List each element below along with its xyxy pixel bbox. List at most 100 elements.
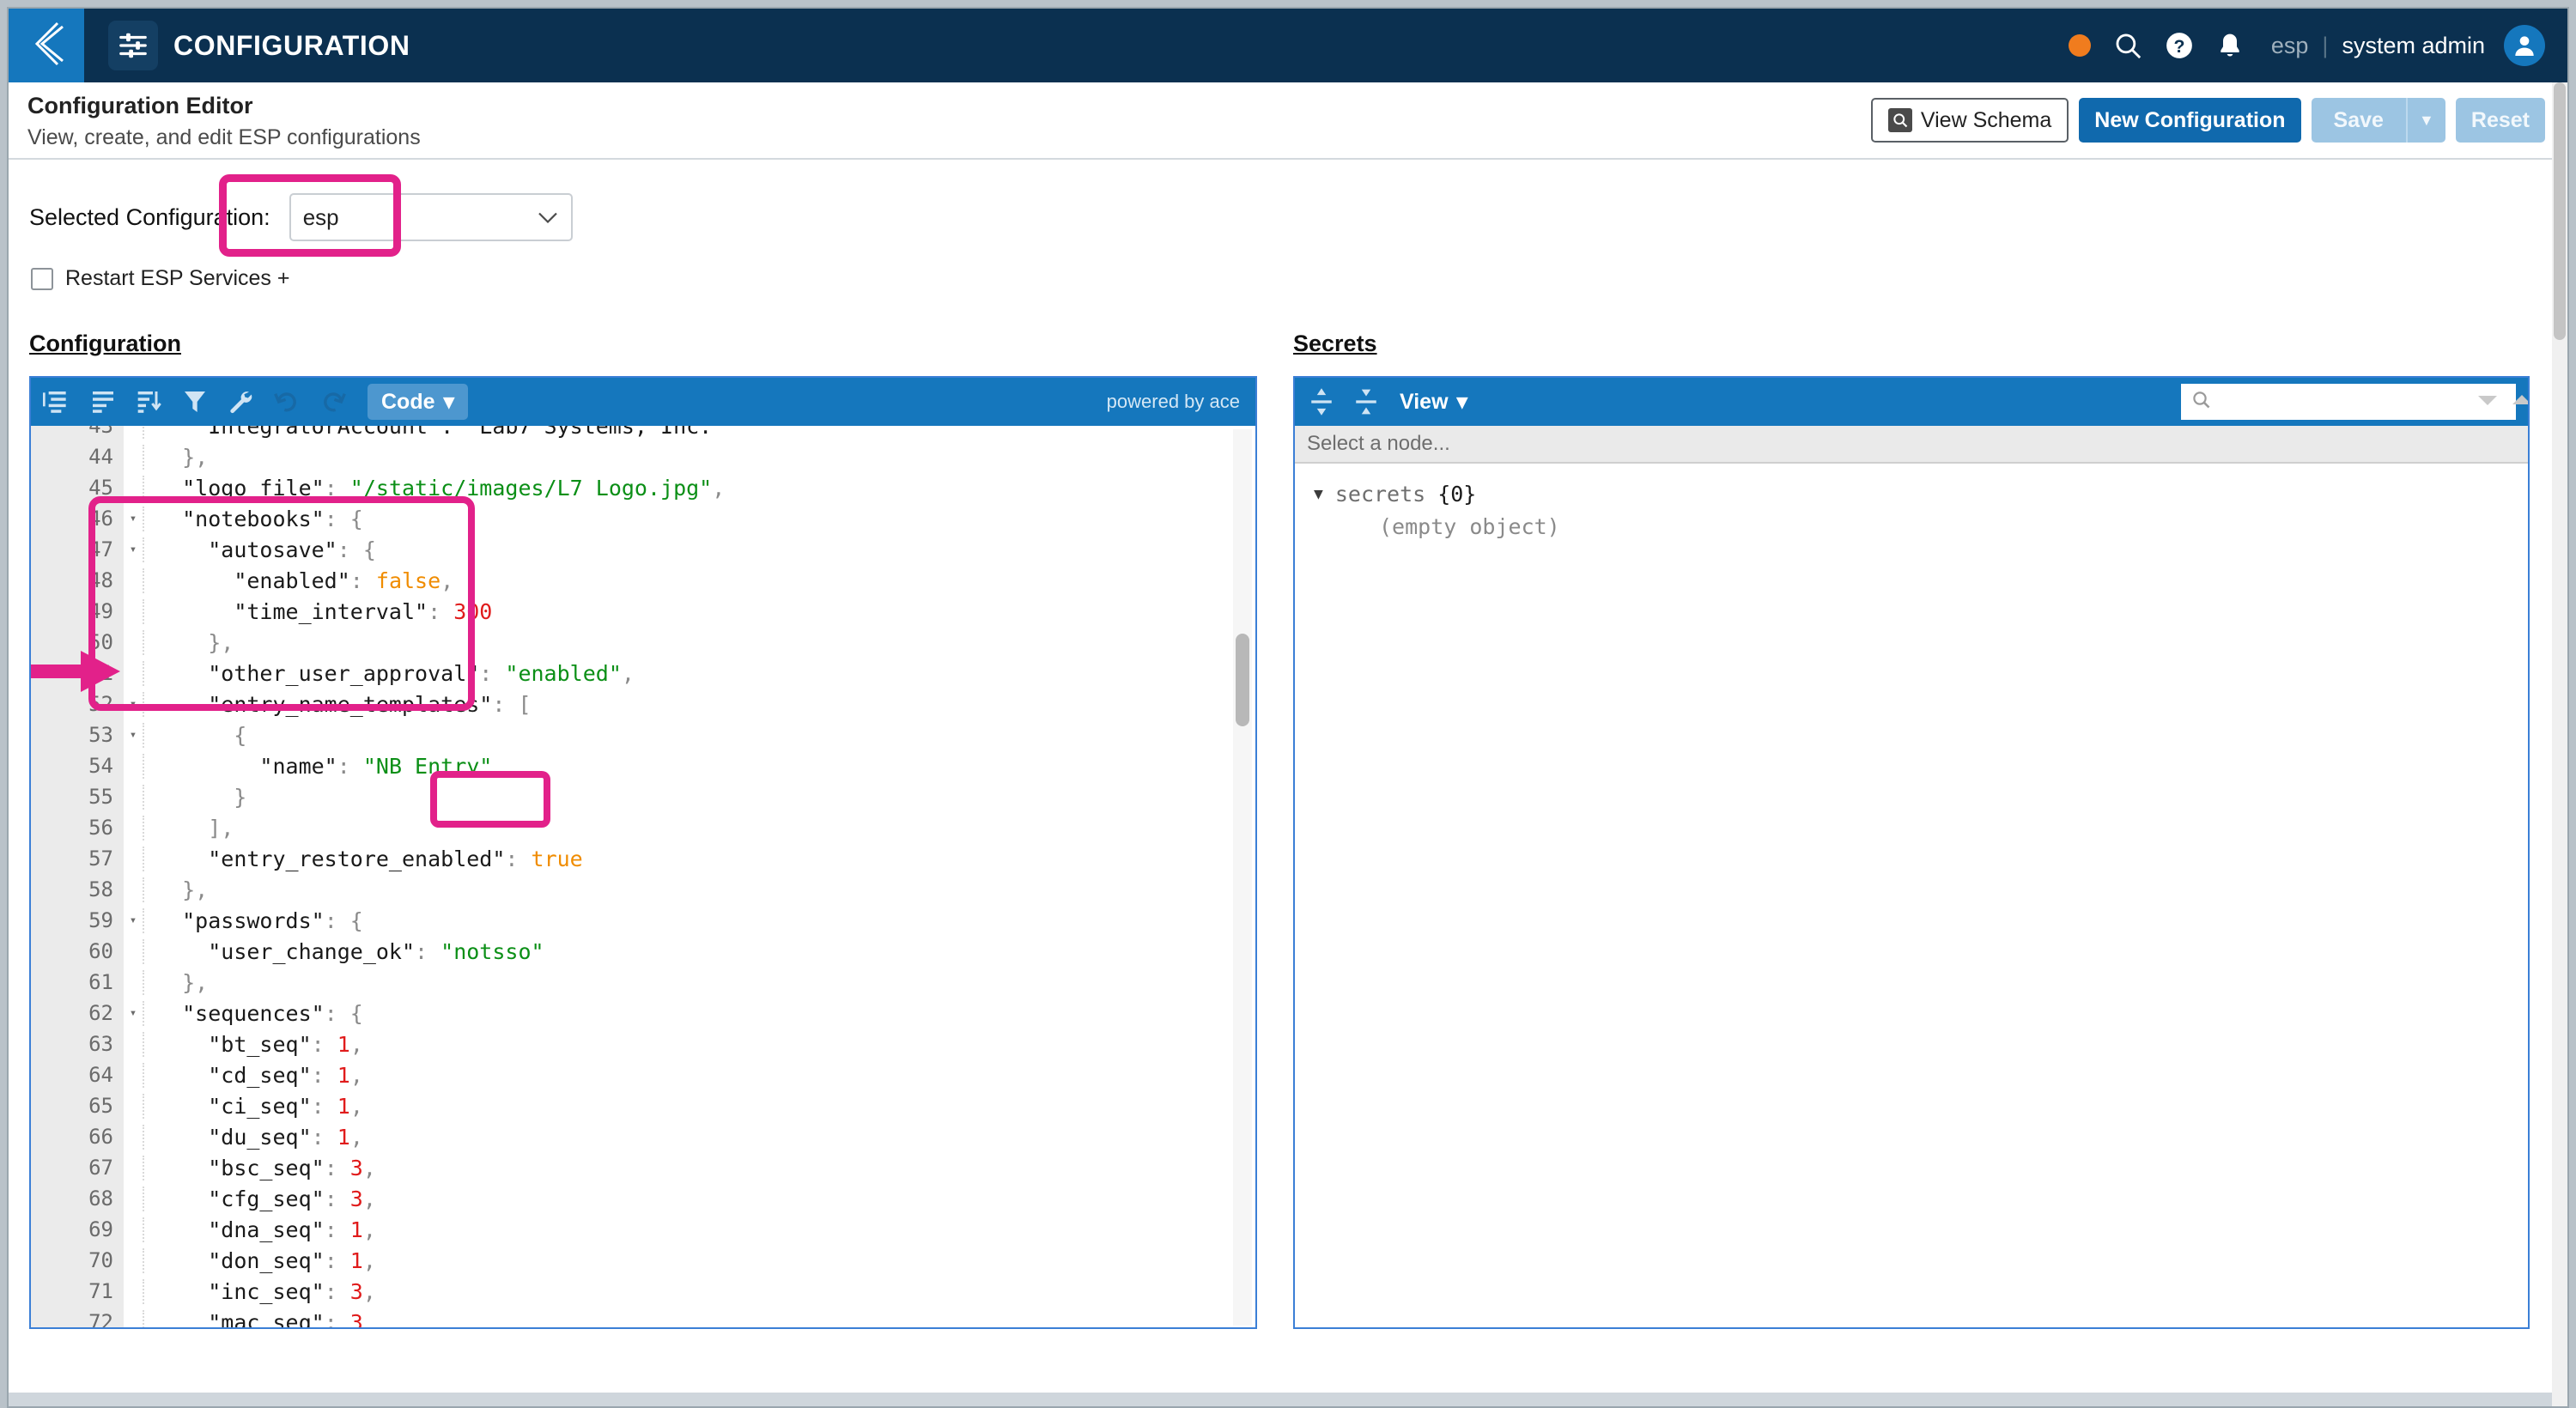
- code-line-text: "mac_seq": 3: [143, 1309, 363, 1327]
- top-navbar: CONFIGURATION ? esp | system admin: [9, 9, 2567, 82]
- code-line[interactable]: 51 "other_user_approval": "enabled",: [31, 658, 1255, 689]
- fold-toggle-icon[interactable]: ▾: [124, 728, 143, 742]
- code-line[interactable]: 67 "bsc_seq": 3,: [31, 1152, 1255, 1183]
- code-line[interactable]: 55 }: [31, 781, 1255, 812]
- caret-down-icon: ▾: [1456, 390, 1468, 414]
- secrets-search-box[interactable]: [2181, 384, 2528, 420]
- reset-button[interactable]: Reset: [2455, 98, 2545, 143]
- editor-toolbar: Code ▾ powered by ace: [31, 378, 1255, 426]
- sort-descending-icon[interactable]: [136, 389, 163, 415]
- code-line[interactable]: 49 "time_interval": 300: [31, 596, 1255, 627]
- editor-code-area[interactable]: 43 IntegratorAccount": "Lab7 Systems, In…: [31, 426, 1255, 1327]
- back-button[interactable]: [9, 9, 84, 82]
- fold-toggle-icon[interactable]: ▾: [124, 512, 143, 525]
- code-line[interactable]: 69 "dna_seq": 1,: [31, 1214, 1255, 1245]
- code-line[interactable]: 45 "logo_file": "/static/images/L7 Logo.…: [31, 472, 1255, 503]
- code-line[interactable]: 57 "entry_restore_enabled": true: [31, 843, 1255, 874]
- line-number: 70: [88, 1248, 113, 1272]
- fold-toggle-icon[interactable]: ▾: [124, 1006, 143, 1020]
- editor-scrollbar[interactable]: [1233, 429, 1252, 1326]
- code-line[interactable]: 63 "bt_seq": 1,: [31, 1029, 1255, 1059]
- undo-icon[interactable]: [273, 389, 301, 415]
- code-line[interactable]: 53 ▾ {: [31, 719, 1255, 750]
- code-line-text: }: [143, 784, 246, 810]
- line-number: 57: [88, 847, 113, 871]
- secrets-panel-body: View ▾ Select a node... ▼ secrets {0} (e…: [1293, 376, 2530, 1329]
- fold-toggle-icon[interactable]: ▾: [124, 697, 143, 711]
- save-dropdown-caret-icon[interactable]: ▼: [2405, 98, 2445, 143]
- code-line[interactable]: 61 },: [31, 967, 1255, 998]
- redo-icon[interactable]: [319, 389, 347, 415]
- code-line[interactable]: 52 ▾ "entry_name_templates": [: [31, 689, 1255, 719]
- collapse-all-icon[interactable]: [43, 389, 70, 415]
- code-line[interactable]: 48 "enabled": false,: [31, 565, 1255, 596]
- save-button[interactable]: Save: [2311, 98, 2406, 143]
- tree-row[interactable]: ▼ secrets {0}: [1314, 477, 2528, 510]
- code-line[interactable]: 43 IntegratorAccount": "Lab7 Systems, In…: [31, 426, 1255, 441]
- restart-services-checkbox[interactable]: [31, 267, 53, 290]
- new-configuration-button[interactable]: New Configuration: [2079, 98, 2301, 143]
- secrets-search-nav: [2476, 393, 2528, 411]
- page-scrollbar-thumb[interactable]: [2554, 82, 2566, 340]
- code-line[interactable]: 54 "name": "NB Entry": [31, 750, 1255, 781]
- editor-scrollbar-thumb[interactable]: [1236, 634, 1249, 726]
- code-line[interactable]: 46 ▾ "notebooks": {: [31, 503, 1255, 534]
- search-icon[interactable]: [2113, 31, 2142, 60]
- help-icon[interactable]: ?: [2165, 31, 2194, 60]
- filter-funnel-icon[interactable]: [182, 388, 208, 416]
- restart-services-label: Restart ESP Services +: [65, 266, 290, 290]
- code-line[interactable]: 68 "cfg_seq": 3,: [31, 1183, 1255, 1214]
- ace-code-editor[interactable]: 43 IntegratorAccount": "Lab7 Systems, In…: [31, 426, 1255, 1327]
- code-line[interactable]: 72 "mac_seq": 3: [31, 1307, 1255, 1327]
- code-line[interactable]: 70 "don_seq": 1,: [31, 1245, 1255, 1276]
- code-line-text: "name": "NB Entry": [143, 753, 492, 779]
- code-line[interactable]: 65 "ci_seq": 1,: [31, 1090, 1255, 1121]
- code-mode-button[interactable]: Code ▾: [368, 384, 469, 420]
- triangle-down-icon[interactable]: [2476, 393, 2499, 411]
- code-line-text: "other_user_approval": "enabled",: [143, 660, 635, 686]
- format-lines-icon[interactable]: [89, 389, 117, 415]
- code-line[interactable]: 44 },: [31, 441, 1255, 472]
- code-line-text: "user_change_ok": "notsso": [143, 938, 544, 964]
- view-menu-button[interactable]: View ▾: [1400, 389, 1467, 415]
- code-line[interactable]: 59 ▾ "passwords": {: [31, 905, 1255, 936]
- bell-icon[interactable]: [2216, 31, 2244, 60]
- code-line[interactable]: 58 },: [31, 874, 1255, 905]
- line-number: 54: [88, 754, 113, 778]
- code-line[interactable]: 66 "du_seq": 1,: [31, 1121, 1255, 1152]
- code-line[interactable]: 56 ],: [31, 812, 1255, 843]
- powered-by-label: powered by ace: [1106, 391, 1240, 412]
- orange-status-dot[interactable]: [2068, 34, 2091, 57]
- line-number: 64: [88, 1063, 113, 1087]
- collapse-vertical-icon[interactable]: [1353, 387, 1379, 416]
- code-line[interactable]: 50 },: [31, 627, 1255, 658]
- configuration-select[interactable]: esp: [289, 193, 573, 241]
- code-line[interactable]: 64 "cd_seq": 1,: [31, 1059, 1255, 1090]
- line-number: 55: [88, 785, 113, 809]
- selected-configuration-label: Selected Configuration:: [29, 203, 270, 230]
- user-avatar-icon[interactable]: [2504, 25, 2545, 66]
- code-line[interactable]: 47 ▾ "autosave": {: [31, 534, 1255, 565]
- code-line[interactable]: 60 "user_change_ok": "notsso": [31, 936, 1255, 967]
- restart-services-row: Restart ESP Services +: [9, 266, 2567, 291]
- secrets-node-selector[interactable]: Select a node...: [1295, 426, 2528, 464]
- configuration-panel-body: Code ▾ powered by ace 43 IntegratorAccou…: [29, 376, 1257, 1329]
- expand-vertical-icon[interactable]: [1309, 387, 1334, 416]
- fold-toggle-icon[interactable]: ▾: [124, 913, 143, 927]
- view-schema-button[interactable]: View Schema: [1870, 98, 2069, 143]
- page-scrollbar[interactable]: [2552, 82, 2567, 1406]
- configuration-panel: Configuration Code ▾ powered by ace 43 I…: [29, 331, 1257, 1329]
- configuration-panel-heading: Configuration: [29, 331, 181, 356]
- triangle-up-icon[interactable]: [2511, 393, 2528, 411]
- app-identity: CONFIGURATION: [108, 21, 410, 70]
- fold-toggle-icon[interactable]: ▾: [124, 543, 143, 556]
- code-line[interactable]: 71 "inc_seq": 3,: [31, 1276, 1255, 1307]
- secrets-search-input[interactable]: [2221, 391, 2468, 413]
- code-line[interactable]: 62 ▾ "sequences": {: [31, 998, 1255, 1029]
- wrench-icon[interactable]: [227, 388, 254, 416]
- secrets-node-placeholder: Select a node...: [1307, 432, 1450, 455]
- horizontal-scrollbar[interactable]: [9, 1393, 2552, 1406]
- user-menu[interactable]: esp | system admin: [2271, 25, 2545, 66]
- tree-caret-icon[interactable]: ▼: [1314, 485, 1323, 503]
- save-button-group[interactable]: Save ▼: [2311, 98, 2445, 143]
